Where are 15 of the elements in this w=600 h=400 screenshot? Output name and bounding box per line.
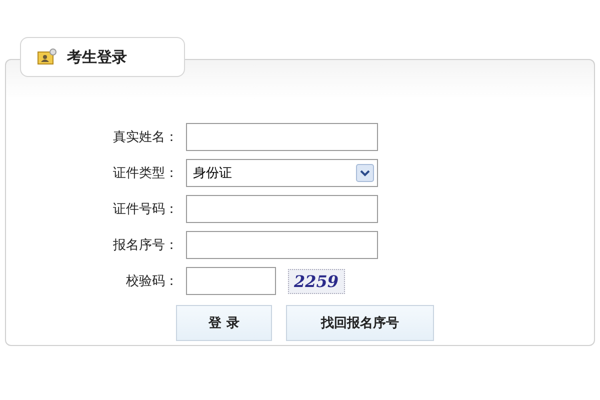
field-label: 证件号码： (113, 201, 179, 218)
input-field[interactable] (186, 195, 378, 223)
input-field[interactable] (186, 123, 378, 151)
field-label: 校验码： (126, 273, 179, 290)
input-field[interactable] (186, 267, 276, 295)
captcha-image: 2259 (288, 268, 345, 294)
field-label: 真实姓名： (113, 129, 179, 146)
id-card-icon (37, 48, 57, 66)
field-label: 报名序号： (113, 237, 179, 254)
id-type-select[interactable]: 身份证 (186, 159, 378, 187)
field-label: 证件类型： (113, 165, 179, 182)
input-field[interactable] (186, 231, 378, 259)
login-button[interactable]: 登 录 (176, 305, 272, 341)
panel-title: 考生登录 (67, 48, 127, 66)
recover-number-button[interactable]: 找回报名序号 (286, 305, 434, 341)
